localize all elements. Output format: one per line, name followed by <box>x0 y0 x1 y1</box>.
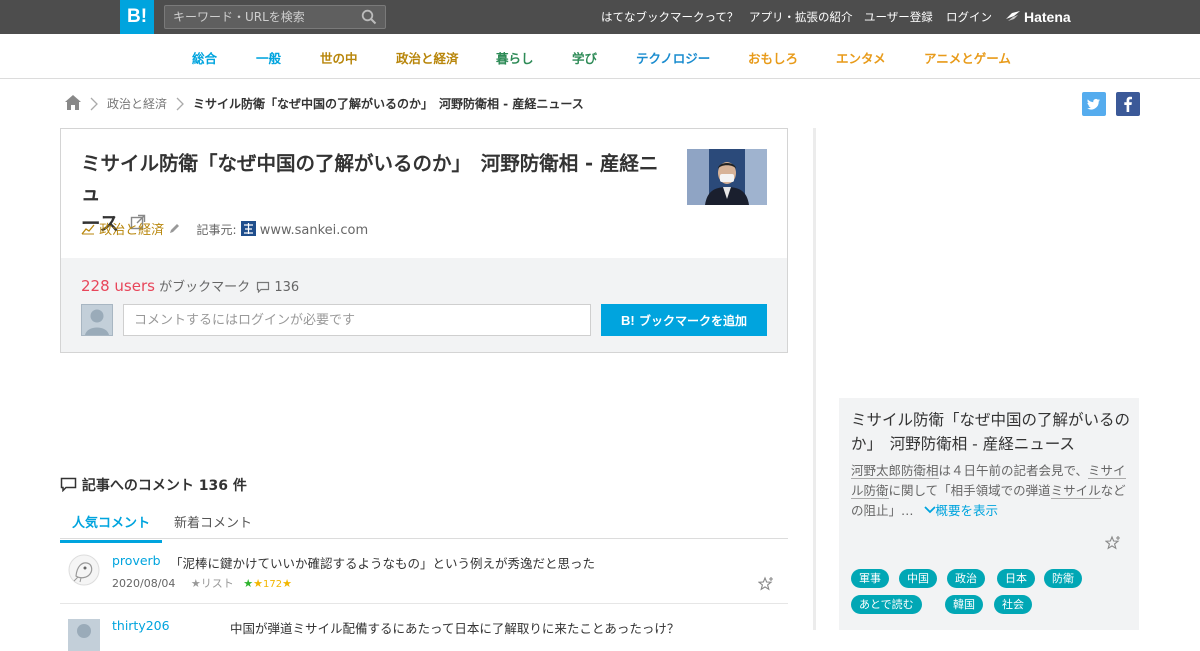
comment-tabs: 人気コメント 新着コメント <box>60 505 788 543</box>
comments-heading: 記事へのコメント 136 件 <box>60 475 247 495</box>
desc-text: に関して「相手領域での弾道 <box>888 483 1051 498</box>
facebook-share-icon[interactable] <box>1116 92 1140 116</box>
comment-username[interactable]: proverb <box>112 553 161 568</box>
users-count[interactable]: 228 users <box>81 277 155 295</box>
bookmark-panel: 228 users がブックマーク 136 B! ブックマークを追加 <box>61 258 787 352</box>
category-it[interactable]: テクノロジー <box>636 48 710 67</box>
bookmark-b-icon: B! <box>621 312 635 328</box>
add-bookmark-button[interactable]: B! ブックマークを追加 <box>601 304 767 336</box>
nav-about[interactable]: はてなブックマークって？ <box>601 0 738 34</box>
category-economics[interactable]: 政治と経済 <box>396 48 459 67</box>
category-all[interactable]: 総合 <box>192 48 217 67</box>
hatena-wing-icon <box>1006 11 1020 21</box>
category-game[interactable]: アニメとゲーム <box>924 48 1011 67</box>
category-social[interactable]: 世の中 <box>320 48 358 67</box>
yellow-star-icon[interactable]: ★ <box>282 577 292 590</box>
search-box <box>164 5 386 29</box>
yellow-star-icon[interactable]: ★ <box>253 577 263 590</box>
hatena-brand[interactable]: Hatena <box>1006 0 1071 34</box>
tag-japan[interactable]: 日本 <box>997 569 1035 588</box>
source-label: 記事元: <box>196 223 237 237</box>
search-input[interactable] <box>165 6 355 28</box>
star-count[interactable]: 172 <box>263 579 282 590</box>
comment-bubble-icon <box>60 477 77 492</box>
entry-thumbnail[interactable] <box>687 149 767 205</box>
add-bookmark-label: ブックマークを追加 <box>638 313 747 328</box>
chevron-down-icon <box>923 505 936 515</box>
nav-register[interactable]: ユーザー登録 <box>864 0 933 34</box>
tab-popular-comments[interactable]: 人気コメント <box>60 512 163 543</box>
commenter-avatar[interactable] <box>68 554 100 586</box>
tag-defense[interactable]: 防衛 <box>1044 569 1082 588</box>
bookmark-stats: 228 users がブックマーク 136 <box>81 276 299 295</box>
tab-new-comments[interactable]: 新着コメント <box>174 512 252 531</box>
sankei-favicon-icon <box>240 221 256 236</box>
breadcrumb-category[interactable]: 政治と経済 <box>107 95 167 112</box>
category-entertainment[interactable]: エンタメ <box>836 48 886 67</box>
category-knowledge[interactable]: 学び <box>572 48 597 67</box>
user-avatar <box>81 304 113 336</box>
entry-card: ミサイル防衛「なぜ中国の了解がいるのか」 河野防衛相 - 産経ニュ ース 政治と… <box>60 128 788 353</box>
home-icon[interactable] <box>64 94 82 111</box>
chevron-right-icon <box>90 97 98 111</box>
chevron-right-icon <box>176 97 184 111</box>
nav-apps[interactable]: アプリ・拡張の紹介 <box>749 0 853 34</box>
comment-input[interactable] <box>123 304 591 336</box>
column-divider <box>813 128 816 630</box>
comment-date[interactable]: 2020/08/04 <box>112 577 175 590</box>
entry-header: ミサイル防衛「なぜ中国の了解がいるのか」 河野防衛相 - 産経ニュ ース 政治と… <box>61 129 787 258</box>
keyword-link[interactable]: ミサイル <box>1050 483 1101 499</box>
comment-item: proverb 「泥棒に鍵かけていいか確認するようなもの」という例えが秀逸だと思… <box>60 540 788 604</box>
comments-heading-label: 記事へのコメント 136 件 <box>81 478 247 494</box>
source-domain[interactable]: www.sankei.com <box>260 223 368 238</box>
comment-username[interactable]: thirty206 <box>112 618 170 633</box>
comment-text: 中国が弾道ミサイル配備するにあたって日本に了解取りに来たことあったっけ？ <box>230 621 680 636</box>
tag-society[interactable]: 社会 <box>994 595 1032 614</box>
add-star-icon[interactable] <box>1105 535 1121 551</box>
expand-summary[interactable]: 概要を表示 <box>923 503 999 518</box>
comment-bubble-icon <box>256 281 270 293</box>
category-general[interactable]: 一般 <box>256 48 281 67</box>
tag-read-later[interactable]: あとで読む <box>851 595 922 614</box>
keyword-link[interactable]: 河野太郎防衛相 <box>851 463 939 479</box>
category-graph-icon <box>81 223 95 235</box>
users-suffix: がブックマーク <box>159 280 251 295</box>
comment-item: thirty206 中国が弾道ミサイル配備するにあたって日本に了解取りに来たこと… <box>60 605 788 651</box>
green-star-icon[interactable]: ★ <box>243 577 253 590</box>
tag-politics[interactable]: 政治 <box>947 569 985 588</box>
hatena-bookmark-logo[interactable]: B! <box>120 0 154 34</box>
tag-military[interactable]: 軍事 <box>851 569 889 588</box>
hatena-brand-label: Hatena <box>1024 9 1071 25</box>
expand-summary-label: 概要を表示 <box>935 503 999 518</box>
list-label[interactable]: リスト <box>201 577 234 590</box>
desc-text: は４日午前の記者会見で、 <box>938 463 1089 478</box>
sidebar-title[interactable]: ミサイル防衛「なぜ中国の了解がいるのか」 河野防衛相 - 産経ニュース <box>851 408 1131 456</box>
sidebar-summary: ミサイル防衛「なぜ中国の了解がいるのか」 河野防衛相 - 産経ニュース 河野太郎… <box>839 398 1139 630</box>
comment-meta: 2020/08/04 ★リスト ★★172★ <box>112 575 292 591</box>
list-star-icon[interactable]: ★ <box>191 577 201 590</box>
breadcrumb-current: ミサイル防衛「なぜ中国の了解がいるのか」 河野防衛相 - 産経ニュース <box>193 97 584 111</box>
category-bar: 総合 一般 世の中 政治と経済 暮らし 学び テクノロジー おもしろ エンタメ … <box>0 34 1200 79</box>
category-life[interactable]: 暮らし <box>496 48 534 67</box>
search-icon[interactable] <box>361 9 377 25</box>
top-bar: B! はてなブックマークって？ アプリ・拡張の紹介 ユーザー登録 ログイン Ha… <box>0 0 1200 34</box>
commenter-avatar[interactable] <box>68 619 100 651</box>
entry-category[interactable]: 政治と経済 <box>99 223 164 238</box>
pencil-icon[interactable] <box>168 223 180 235</box>
comment-count: 136 <box>274 280 300 295</box>
tag-korea[interactable]: 韓国 <box>945 595 983 614</box>
add-star-icon[interactable] <box>758 576 774 592</box>
tag-china[interactable]: 中国 <box>899 569 937 588</box>
sidebar-description: 河野太郎防衛相は４日午前の記者会見で、ミサイル防衛に関して「相手領域での弾道ミサ… <box>851 461 1131 521</box>
category-fun[interactable]: おもしろ <box>748 48 798 67</box>
entry-meta: 政治と経済 記事元: www.sankei.com <box>81 219 368 238</box>
comment-text: 「泥棒に鍵かけていいか確認するようなもの」という例えが秀逸だと思った <box>170 556 596 571</box>
nav-login[interactable]: ログイン <box>946 0 992 34</box>
twitter-share-icon[interactable] <box>1082 92 1106 116</box>
entry-title-line1: ミサイル防衛「なぜ中国の了解がいるのか」 河野防衛相 - 産経ニュ <box>81 152 659 205</box>
